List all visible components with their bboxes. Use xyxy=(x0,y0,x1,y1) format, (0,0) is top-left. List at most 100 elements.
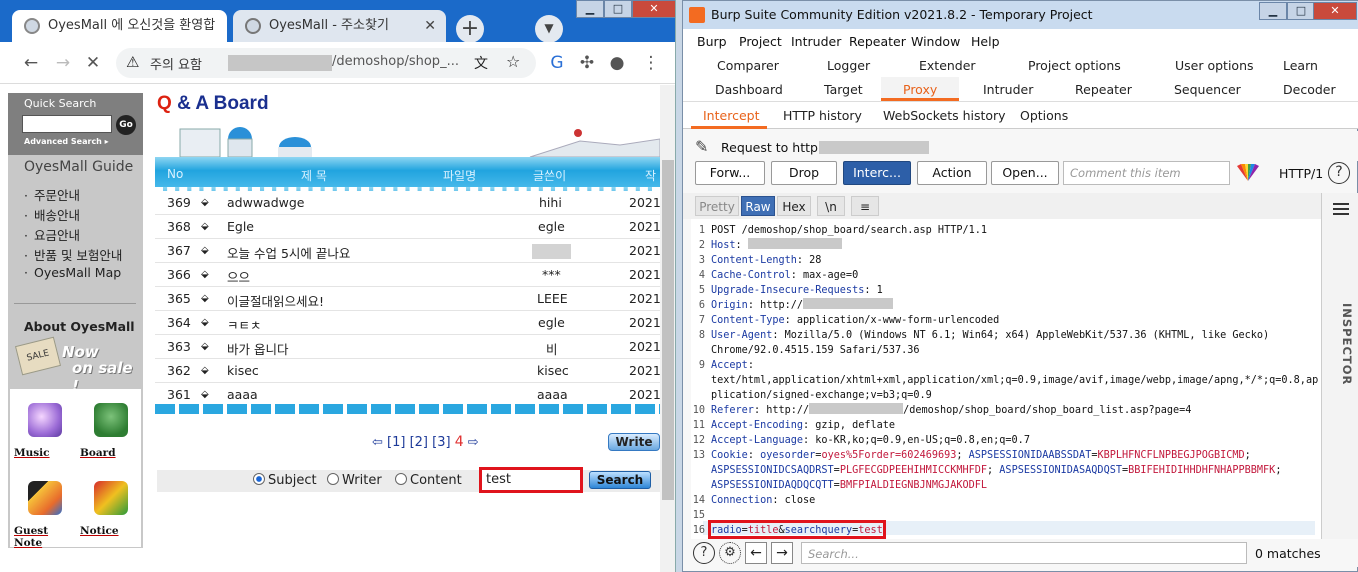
forward-icon[interactable]: → xyxy=(52,52,74,74)
view-raw-button[interactable]: Raw xyxy=(741,196,775,216)
star-icon[interactable]: ☆ xyxy=(506,52,520,71)
editor-menu-icon[interactable]: ≡ xyxy=(851,196,879,216)
advanced-search-link[interactable]: Advanced Search ▸ xyxy=(24,137,109,146)
tab-proxy[interactable]: Proxy xyxy=(881,77,959,101)
stop-icon[interactable]: ✕ xyxy=(82,52,104,74)
minimize-button[interactable]: ▁ xyxy=(576,0,604,18)
next-page-icon[interactable]: ⇨ xyxy=(468,435,479,450)
radio-subject[interactable]: Subject xyxy=(253,473,317,488)
tab-user-options[interactable]: User options xyxy=(1175,58,1254,73)
go-button[interactable]: Go xyxy=(116,115,136,135)
notice-link[interactable]: Notice xyxy=(80,473,140,543)
tab-search-button[interactable]: ▼ xyxy=(535,15,563,43)
table-row[interactable]: 367 ⬙ 오늘 수업 5시에 끝나요 2021 xyxy=(155,239,661,263)
back-icon[interactable]: ← xyxy=(20,52,42,74)
close-window-button[interactable]: ✕ xyxy=(632,0,675,18)
browser-tab-oyesmall[interactable]: OyesMall 에 오신것을 환영합 xyxy=(12,10,227,42)
maximize-button[interactable]: □ xyxy=(604,0,632,18)
highlight-color-icon[interactable] xyxy=(1237,164,1259,182)
help-icon[interactable]: ? xyxy=(693,542,715,564)
table-row[interactable]: 365 ⬙ 이글절대읽으세요! LEEE 2021 xyxy=(155,287,661,311)
table-row[interactable]: 366 ⬙ 으으 *** 2021 xyxy=(155,263,661,287)
previous-match-icon[interactable]: ← xyxy=(745,542,767,564)
address-bar[interactable]: ⚠ 주의 요함 /demoshop/shop_... 文 ☆ xyxy=(116,48,536,78)
next-match-icon[interactable]: → xyxy=(771,542,793,564)
guide-item[interactable]: 반품 및 보험안내 xyxy=(24,245,122,264)
menu-repeater[interactable]: Repeater xyxy=(849,34,906,49)
quick-search-input[interactable] xyxy=(22,115,112,133)
extension-g-icon[interactable]: G xyxy=(546,52,568,74)
puzzle-icon[interactable]: ✣ xyxy=(576,52,598,74)
search-query-input[interactable]: test xyxy=(479,467,583,493)
page-links[interactable]: [1] [2] [3] xyxy=(387,435,451,450)
subtab-options[interactable]: Options xyxy=(1020,108,1068,123)
sale-banner[interactable]: SALE Now on sale ! xyxy=(12,336,140,395)
menu-burp[interactable]: Burp xyxy=(697,34,727,49)
prev-page-icon[interactable]: ⇦ xyxy=(372,435,383,450)
table-row[interactable]: 362 ⬙ kisec kisec 2021 xyxy=(155,359,661,383)
table-row[interactable]: 369 ⬙ adwwadwge hihi 2021 xyxy=(155,191,661,215)
tab-target[interactable]: Target xyxy=(824,82,863,97)
open-browser-button[interactable]: Open... xyxy=(991,161,1059,185)
guide-item[interactable]: 요금안내 xyxy=(24,225,80,244)
kebab-menu-icon[interactable]: ⋮ xyxy=(640,52,662,74)
request-editor[interactable]: 1 POST /demoshop/shop_board/search.asp HT… xyxy=(691,219,1321,539)
radio-content[interactable]: Content xyxy=(395,473,462,488)
guide-item[interactable]: 주문안내 xyxy=(24,185,80,204)
pencil-icon[interactable]: ✎ xyxy=(695,137,708,156)
settings-gear-icon[interactable]: ⚙ xyxy=(719,542,741,564)
view-hex-button[interactable]: Hex xyxy=(777,196,811,216)
hamburger-icon[interactable] xyxy=(1333,203,1349,215)
help-icon[interactable]: ? xyxy=(1328,162,1350,184)
tab-dashboard[interactable]: Dashboard xyxy=(715,82,783,97)
translate-icon[interactable]: 文 xyxy=(474,53,488,73)
inspector-label[interactable]: INSPECTOR xyxy=(1328,303,1354,385)
tab-learn[interactable]: Learn xyxy=(1283,58,1318,73)
page-scrollbar[interactable] xyxy=(660,85,675,572)
table-row[interactable]: 368 ⬙ Egle egle 2021 xyxy=(155,215,661,239)
guide-item[interactable]: 배송안내 xyxy=(24,205,80,224)
intercept-toggle-button[interactable]: Interc... xyxy=(843,161,911,185)
menu-window[interactable]: Window xyxy=(911,34,960,49)
http-version-label[interactable]: HTTP/1 xyxy=(1279,166,1323,181)
minimize-button[interactable]: ▁ xyxy=(1259,2,1287,20)
table-row[interactable]: 364 ⬙ ㅋㅌㅊ egle 2021 xyxy=(155,311,661,335)
close-window-button[interactable]: ✕ xyxy=(1313,2,1357,20)
browser-tab-address[interactable]: OyesMall - 주소찾기 ✕ xyxy=(233,10,446,42)
tab-repeater[interactable]: Repeater xyxy=(1075,82,1132,97)
search-button[interactable]: Search xyxy=(589,471,651,489)
radio-writer[interactable]: Writer xyxy=(327,473,382,488)
tab-intruder[interactable]: Intruder xyxy=(983,82,1033,97)
action-button[interactable]: Action xyxy=(917,161,987,185)
subtab-websockets-history[interactable]: WebSockets history xyxy=(883,108,1006,123)
newline-toggle-button[interactable]: \n xyxy=(817,196,845,216)
tab-sequencer[interactable]: Sequencer xyxy=(1174,82,1241,97)
forward-button[interactable]: Forw... xyxy=(695,161,765,185)
tab-extender[interactable]: Extender xyxy=(919,58,976,73)
board-link[interactable]: Board xyxy=(80,395,140,465)
music-link[interactable]: Music xyxy=(14,395,74,465)
guest-note-link[interactable]: Guest Note xyxy=(14,473,74,549)
pagination[interactable]: ⇦ [1] [2] [3] 4 ⇨ xyxy=(372,434,479,450)
view-pretty-button[interactable]: Pretty xyxy=(695,196,739,216)
write-button[interactable]: Write xyxy=(608,433,660,451)
menu-help[interactable]: Help xyxy=(971,34,1000,49)
close-tab-icon[interactable]: ✕ xyxy=(424,10,436,42)
tab-logger[interactable]: Logger xyxy=(827,58,870,73)
guide-item[interactable]: OyesMall Map xyxy=(24,265,121,280)
editor-search-input[interactable]: Search... xyxy=(801,542,1247,564)
scrollbar-thumb[interactable] xyxy=(662,160,674,500)
menu-project[interactable]: Project xyxy=(739,34,782,49)
tab-decoder[interactable]: Decoder xyxy=(1283,82,1336,97)
tab-project-options[interactable]: Project options xyxy=(1028,58,1121,73)
profile-icon[interactable]: ● xyxy=(606,52,628,74)
table-row[interactable]: 363 ⬙ 바가 옵니다 비 2021 xyxy=(155,335,661,359)
comment-input[interactable]: Comment this item xyxy=(1063,161,1230,185)
subtab-intercept[interactable]: Intercept xyxy=(691,102,767,129)
new-tab-button[interactable]: + xyxy=(456,15,484,43)
menu-intruder[interactable]: Intruder xyxy=(791,34,841,49)
drop-button[interactable]: Drop xyxy=(771,161,837,185)
tab-comparer[interactable]: Comparer xyxy=(717,58,779,73)
subtab-http-history[interactable]: HTTP history xyxy=(783,108,862,123)
maximize-button[interactable]: □ xyxy=(1287,2,1315,20)
